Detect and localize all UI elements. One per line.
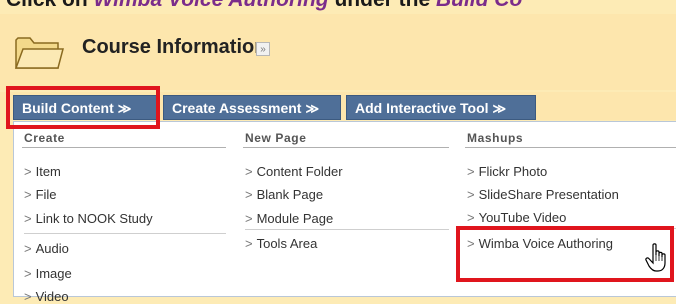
menu-item-label: Image bbox=[35, 266, 72, 281]
menu-item-label: Tools Area bbox=[256, 236, 318, 251]
menu-item-content-folder[interactable]: > Content Folder bbox=[245, 164, 343, 179]
menu-item-label: Link to NOOK Study bbox=[35, 211, 153, 226]
menu-item-image[interactable]: > Image bbox=[24, 266, 72, 281]
menu-item-file[interactable]: > File bbox=[24, 187, 57, 202]
chevron-double-down-icon[interactable]: » bbox=[256, 42, 270, 56]
instruction-prefix: Click on bbox=[6, 0, 94, 11]
menu-item-slideshare-presentation[interactable]: > SlideShare Presentation bbox=[467, 187, 619, 202]
add-interactive-tool-label: Add Interactive Tool bbox=[355, 100, 489, 116]
column-divider bbox=[243, 147, 449, 148]
menu-item-item[interactable]: > Item bbox=[24, 164, 61, 179]
instruction-middle: under the bbox=[329, 0, 436, 11]
menu-separator bbox=[245, 229, 449, 230]
menu-separator bbox=[24, 233, 226, 234]
build-content-highlight-box bbox=[6, 86, 160, 129]
menu-item-label: Item bbox=[35, 164, 61, 179]
menu-column-header-create: Create bbox=[24, 131, 65, 145]
menu-item-label: Module Page bbox=[256, 211, 334, 226]
menu-item-label: Blank Page bbox=[256, 187, 324, 202]
column-divider bbox=[22, 147, 226, 148]
chevron-double-down-icon: ≫ bbox=[492, 101, 507, 116]
create-assessment-label: Create Assessment bbox=[172, 100, 302, 116]
instruction-tail: Build Co bbox=[436, 0, 522, 11]
wimba-voice-authoring-highlight-box bbox=[456, 226, 674, 282]
menu-item-link-to-nook-study[interactable]: > Link to NOOK Study bbox=[24, 211, 153, 226]
menu-column-header-mashups: Mashups bbox=[467, 131, 524, 145]
menu-item-label: Content Folder bbox=[256, 164, 343, 179]
instruction-text: Click on Wimba Voice Authoring under the… bbox=[6, 0, 522, 14]
menu-item-label: Audio bbox=[35, 241, 69, 256]
menu-item-label: File bbox=[35, 187, 57, 202]
menu-item-tools-area[interactable]: > Tools Area bbox=[245, 236, 317, 251]
folder-icon bbox=[14, 37, 64, 69]
page-title: Course Information bbox=[82, 36, 267, 58]
menu-item-module-page[interactable]: > Module Page bbox=[245, 211, 333, 226]
menu-item-youtube-video[interactable]: > YouTube Video bbox=[467, 210, 566, 225]
instruction-highlight: Wimba Voice Authoring bbox=[94, 0, 329, 11]
menu-item-flickr-photo[interactable]: > Flickr Photo bbox=[467, 164, 547, 179]
menu-item-label: YouTube Video bbox=[478, 210, 567, 225]
hand-cursor-icon bbox=[645, 243, 666, 272]
create-assessment-button[interactable]: Create Assessment ≫ bbox=[163, 95, 341, 120]
menu-item-blank-page[interactable]: > Blank Page bbox=[245, 187, 323, 202]
chevron-double-down-icon: ≫ bbox=[305, 101, 320, 116]
menu-column-header-new-page: New Page bbox=[245, 131, 307, 145]
menu-item-label: SlideShare Presentation bbox=[478, 187, 619, 202]
add-interactive-tool-button[interactable]: Add Interactive Tool ≫ bbox=[346, 95, 536, 120]
menu-item-label: Flickr Photo bbox=[478, 164, 548, 179]
menu-item-audio[interactable]: > Audio bbox=[24, 241, 69, 256]
column-divider bbox=[465, 147, 676, 148]
